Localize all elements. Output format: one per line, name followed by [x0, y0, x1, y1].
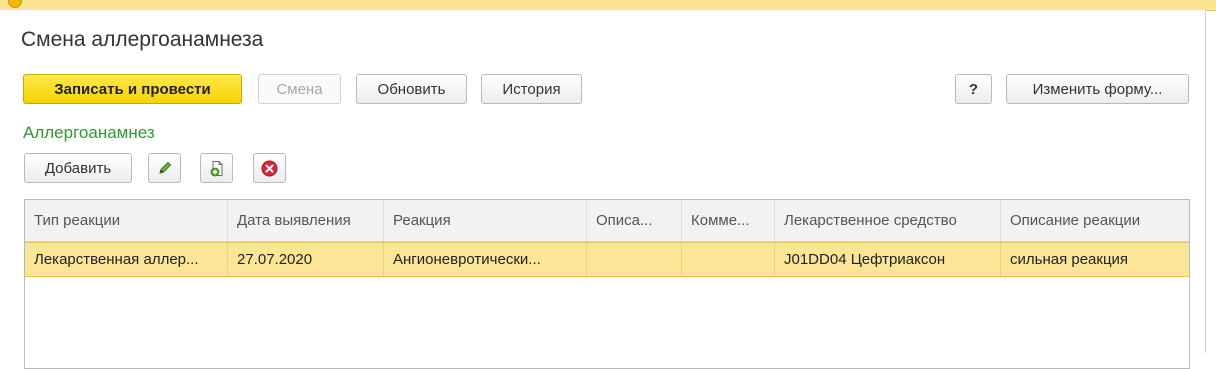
column-header[interactable]: Лекарственное средство: [775, 200, 1001, 241]
table-cell[interactable]: сильная реакция: [1001, 243, 1189, 276]
add-button[interactable]: Добавить: [24, 153, 132, 183]
table-row[interactable]: Лекарственная аллер... 27.07.2020 Ангион…: [25, 242, 1189, 277]
refresh-button[interactable]: Обновить: [356, 74, 467, 104]
column-header[interactable]: Реакция: [384, 200, 587, 241]
column-header[interactable]: Описа...: [587, 200, 682, 241]
save-and-post-button[interactable]: Записать и провести: [23, 74, 242, 104]
edit-button[interactable]: [148, 153, 181, 183]
column-header[interactable]: Тип реакции: [25, 200, 228, 241]
table-cell[interactable]: Лекарственная аллер...: [25, 243, 228, 276]
app-icon: [8, 0, 22, 8]
change-button[interactable]: Смена: [258, 74, 341, 104]
table-cell[interactable]: J01DD04 Цефтриаксон: [775, 243, 1001, 276]
copy-document-icon: [210, 160, 222, 176]
help-button[interactable]: ?: [955, 74, 992, 104]
copy-button[interactable]: [200, 153, 233, 183]
delete-icon: [261, 160, 278, 176]
allergy-table: Тип реакции Дата выявления Реакция Описа…: [24, 199, 1190, 369]
form-window: Смена аллергоанамнеза Записать и провест…: [0, 10, 1206, 369]
table-header: Тип реакции Дата выявления Реакция Описа…: [25, 200, 1189, 242]
table-cell[interactable]: [682, 243, 775, 276]
section-title-allergy: Аллергоанамнез: [23, 123, 155, 142]
table-cell[interactable]: Ангионевротически...: [384, 243, 587, 276]
history-button[interactable]: История: [481, 74, 582, 104]
pencil-icon: [158, 161, 171, 174]
delete-button[interactable]: [253, 153, 286, 183]
column-header[interactable]: Дата выявления: [228, 200, 384, 241]
page-title: Смена аллергоанамнеза: [21, 28, 264, 51]
table-cell[interactable]: 27.07.2020: [228, 243, 384, 276]
column-header[interactable]: Комме...: [682, 200, 775, 241]
change-form-button[interactable]: Изменить форму...: [1006, 74, 1189, 104]
table-cell[interactable]: [587, 243, 682, 276]
column-header[interactable]: Описание реакции: [1001, 200, 1189, 241]
